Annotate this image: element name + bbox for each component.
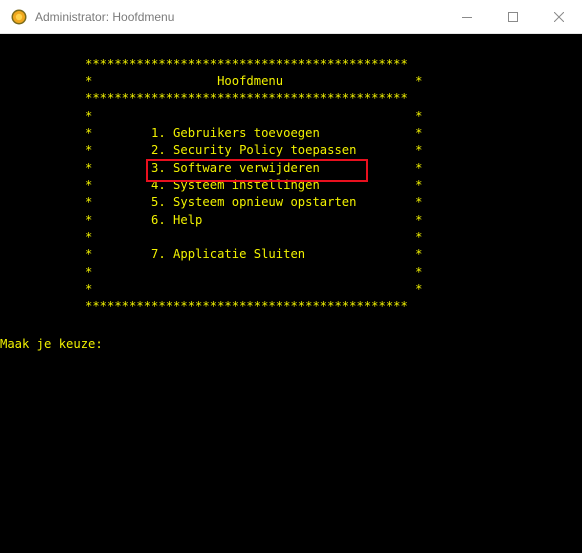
menu-item-2: * 2. Security Policy toepassen *	[85, 143, 423, 157]
console-prompt: Maak je keuze:	[0, 337, 103, 351]
menu-empty-line: * *	[85, 282, 423, 296]
menu-empty-line: * *	[85, 230, 423, 244]
console-window: Administrator: Hoofdmenu ***************…	[0, 0, 582, 553]
menu-item-5: * 5. Systeem opnieuw opstarten *	[85, 195, 423, 209]
menu-border-top: ****************************************…	[85, 57, 408, 71]
menu-item-7: * 7. Applicatie Sluiten *	[85, 247, 423, 261]
console-app-icon	[11, 9, 27, 25]
window-title: Administrator: Hoofdmenu	[35, 9, 175, 24]
menu-empty-line: * *	[85, 265, 423, 279]
menu-item-6: * 6. Help *	[85, 213, 423, 227]
menu-border-bottom: ****************************************…	[85, 299, 408, 313]
menu-title: * Hoofdmenu *	[85, 74, 423, 88]
menu-empty-line: * *	[85, 109, 423, 123]
title-bar[interactable]: Administrator: Hoofdmenu	[0, 0, 582, 34]
close-icon[interactable]	[536, 0, 582, 34]
menu-border-title-bottom: ****************************************…	[85, 91, 408, 105]
minimize-icon[interactable]	[444, 0, 490, 34]
console-output[interactable]: ****************************************…	[0, 34, 582, 553]
window-controls	[444, 0, 582, 34]
maximize-icon[interactable]	[490, 0, 536, 34]
menu-item-1: * 1. Gebruikers toevoegen *	[85, 126, 423, 140]
highlight-box	[146, 159, 368, 182]
